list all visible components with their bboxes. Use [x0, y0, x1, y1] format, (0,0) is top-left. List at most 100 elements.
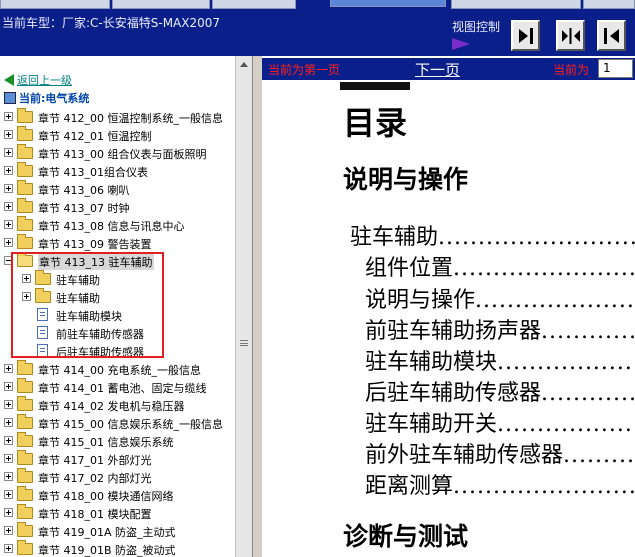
tree-item[interactable]: 章节 419_01B 防盗_被动式 — [0, 540, 236, 557]
expand-plus-icon[interactable] — [4, 112, 13, 121]
tree-item[interactable]: 章节 413_08 信息与讯息中心 — [0, 216, 236, 234]
expand-plus-icon[interactable] — [4, 472, 13, 481]
tree-item[interactable]: 章节 413_09 警告装置 — [0, 234, 236, 252]
expand-plus-icon[interactable] — [4, 508, 13, 517]
expand-plus-icon[interactable] — [4, 364, 13, 373]
toc-entry[interactable]: 后驻车辅助传感器................................… — [365, 375, 635, 407]
top-tab-button-2[interactable] — [112, 0, 210, 9]
view-split-button[interactable] — [556, 20, 585, 51]
expand-plus-icon[interactable] — [4, 202, 13, 211]
page-number-input[interactable]: 1 — [598, 59, 633, 78]
expand-left-icon — [604, 28, 619, 44]
toc-entry[interactable]: 驻车辅助....................................… — [350, 219, 635, 251]
top-tab-button-3[interactable] — [212, 0, 296, 9]
scroll-up-arrow-icon[interactable] — [237, 58, 251, 70]
toc-entry[interactable]: 前驻车辅助扬声器................................… — [365, 313, 635, 345]
tree-item-label: 章节 414_01 蓄电池、固定与缆线 — [38, 382, 207, 395]
top-tab-button-5[interactable] — [451, 0, 581, 9]
tree-item[interactable]: 章节 418_01 模块配置 — [0, 504, 236, 522]
tree-item-label: 章节 412_01 恒温控制 — [38, 130, 152, 143]
tree-item[interactable]: 章节 413_06 喇叭 — [0, 180, 236, 198]
tree-item[interactable]: 章节 414_01 蓄电池、固定与缆线 — [0, 378, 236, 396]
folder-icon — [17, 540, 33, 555]
toc-entry[interactable]: 组件位置....................................… — [365, 250, 635, 282]
tree-item-label: 章节 415_01 信息娱乐系统 — [38, 436, 174, 449]
expand-plus-icon[interactable] — [4, 130, 13, 139]
first-page-notice: 当前为第一页 — [268, 63, 341, 77]
expand-plus-icon[interactable] — [4, 400, 13, 409]
toc-entry-text: 前外驻车辅助传感器 — [365, 443, 564, 468]
tree-item[interactable]: 章节 413_07 时钟 — [0, 198, 236, 216]
folder-icon — [17, 468, 33, 483]
folder-icon — [17, 144, 33, 159]
folder-icon — [17, 414, 33, 429]
folder-icon — [17, 234, 33, 249]
tree-item[interactable]: 章节 419_01A 防盗_主动式 — [0, 522, 236, 540]
tree-item-label: 章节 419_01A 防盗_主动式 — [38, 526, 176, 539]
tree-scrollbar[interactable] — [235, 56, 252, 557]
toc-entry[interactable]: 前外驻车辅助传感器...............................… — [365, 437, 635, 469]
tree-item[interactable]: 章节 417_02 内部灯光 — [0, 468, 236, 486]
document-header-fragment — [340, 80, 410, 90]
folder-icon — [17, 522, 33, 537]
tree-item-label: 章节 413_07 时钟 — [38, 202, 130, 215]
top-tab-button-1[interactable] — [0, 0, 110, 9]
folder-icon — [17, 396, 33, 411]
tree-item[interactable]: 章节 418_00 模块通信网络 — [0, 486, 236, 504]
toc-title: 目录 — [343, 104, 408, 142]
top-tab-button-6[interactable] — [583, 0, 635, 9]
expand-plus-icon[interactable] — [4, 490, 13, 499]
tree-item[interactable]: 章节 412_00 恒温控制系统_一般信息 — [0, 108, 236, 126]
folder-icon — [17, 198, 33, 213]
folder-icon — [17, 378, 33, 393]
section-title-description: 说明与操作 — [343, 165, 469, 194]
view-left-only-button[interactable] — [511, 20, 540, 51]
expand-plus-icon[interactable] — [4, 184, 13, 193]
expand-right-icon — [519, 28, 533, 44]
expand-plus-icon[interactable] — [4, 166, 13, 175]
expand-plus-icon[interactable] — [4, 436, 13, 445]
expand-plus-icon[interactable] — [4, 220, 13, 229]
folder-icon — [17, 180, 33, 195]
toc-entry[interactable]: 驻车辅助模块..................................… — [365, 344, 635, 376]
back-link[interactable]: 返回上一级 — [4, 72, 72, 88]
expand-plus-icon[interactable] — [4, 382, 13, 391]
toc-entry-text: 组件位置 — [365, 256, 454, 281]
tree-item[interactable]: 章节 415_01 信息娱乐系统 — [0, 432, 236, 450]
next-page-link[interactable]: 下一页 — [415, 59, 460, 80]
tree-item[interactable]: 章节 414_02 发电机与稳压器 — [0, 396, 236, 414]
tree-item[interactable]: 章节 413_00 组合仪表与面板照明 — [0, 144, 236, 162]
tree-item-label: 章节 413_00 组合仪表与面板照明 — [38, 148, 207, 161]
expand-plus-icon[interactable] — [4, 238, 13, 247]
scroll-thumb-grip[interactable] — [240, 340, 248, 346]
view-right-only-button[interactable] — [597, 20, 626, 51]
expand-plus-icon[interactable] — [4, 454, 13, 463]
toc-entry[interactable]: 驻车辅助开关..................................… — [365, 406, 635, 438]
expand-plus-icon[interactable] — [4, 544, 13, 553]
tree-item[interactable]: 章节 417_01 外部灯光 — [0, 450, 236, 468]
tree-item[interactable]: 章节 415_00 信息娱乐系统_一般信息 — [0, 414, 236, 432]
toc-entry[interactable]: 说明与操作...................................… — [365, 282, 635, 314]
back-arrow-icon — [4, 74, 14, 86]
expand-plus-icon[interactable] — [4, 148, 13, 157]
expand-plus-icon[interactable] — [4, 526, 13, 535]
view-control-arrow-icon — [452, 38, 470, 50]
split-view-icon — [562, 28, 580, 44]
toc-entry[interactable]: 距离测算....................................… — [365, 468, 635, 500]
folder-icon — [17, 216, 33, 231]
current-system-text: 当前:电气系统 — [19, 92, 90, 105]
tree-item-label: 章节 413_01组合仪表 — [38, 166, 148, 179]
tree-item[interactable]: 章节 412_01 恒温控制 — [0, 126, 236, 144]
expand-plus-icon[interactable] — [4, 418, 13, 427]
tree-item-label: 章节 413_09 警告装置 — [38, 238, 152, 251]
view-control-label: 视图控制 — [452, 20, 501, 34]
toc-entry-text: 驻车辅助模块 — [365, 350, 498, 375]
folder-icon — [17, 126, 33, 141]
highlight-box — [11, 252, 164, 358]
folder-icon — [17, 360, 33, 375]
top-tab-button-4[interactable] — [330, 0, 446, 7]
tree-item-label: 章节 413_08 信息与讯息中心 — [38, 220, 185, 233]
tree-item[interactable]: 章节 414_00 充电系统_一般信息 — [0, 360, 236, 378]
folder-icon — [17, 450, 33, 465]
tree-item[interactable]: 章节 413_01组合仪表 — [0, 162, 236, 180]
